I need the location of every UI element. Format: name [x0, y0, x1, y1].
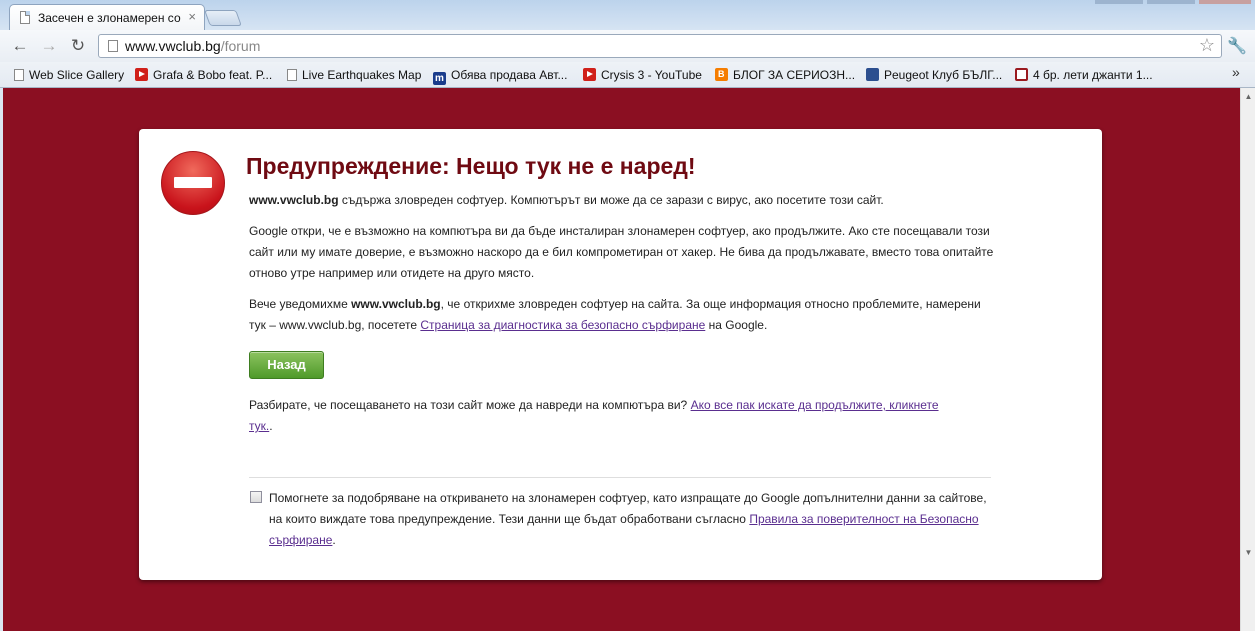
divider — [249, 477, 991, 478]
warning-paragraph-4: Разбирате, че посещаването на този сайт … — [249, 395, 949, 437]
malware-warning-page: Предупреждение: Нещо тук не е наред! www… — [3, 88, 1240, 631]
warning-card: Предупреждение: Нещо тук не е наред! www… — [139, 129, 1102, 580]
bookmark-label: Crysis 3 - YouTube — [601, 68, 702, 82]
warning-headline: Предупреждение: Нещо тук не е наред! — [246, 153, 696, 179]
bookmarks-bar: Web Slice Gallery Grafa & Bobo feat. P..… — [0, 62, 1255, 88]
url-text[interactable]: www.vwclub.bg/forum — [125, 38, 260, 54]
page-icon — [108, 40, 118, 52]
maximize-button[interactable] — [1147, 0, 1195, 4]
warning-paragraph-3: Вече уведомихме www.vwclub.bg, че открих… — [249, 294, 994, 336]
bookmark-star-icon[interactable]: ☆ — [1199, 35, 1215, 56]
bookmark-label: БЛОГ ЗА СЕРИОЗН... — [733, 68, 856, 82]
paragraph-text: . — [332, 533, 336, 547]
page-icon — [20, 11, 30, 24]
bookmark-item[interactable]: БЛОГ ЗА СЕРИОЗН... — [715, 66, 855, 84]
mobile-bg-icon: m — [433, 72, 446, 85]
diagnostic-page-link[interactable]: Страница за диагностика за безопасно сър… — [420, 318, 705, 332]
page-icon — [287, 69, 297, 81]
bookmark-item[interactable]: Crysis 3 - YouTube — [583, 66, 702, 84]
bookmark-label: 4 бр. лети джанти 1... — [1033, 68, 1153, 82]
bookmark-item[interactable]: 4 бр. лети джанти 1... — [1015, 66, 1153, 84]
back-arrow-icon[interactable]: ← — [9, 36, 31, 56]
paragraph-text: на Google. — [705, 318, 768, 332]
youtube-icon — [583, 68, 596, 81]
paragraph-text: Разбирате, че посещаването на този сайт … — [249, 398, 691, 412]
browser-tab[interactable]: Засечен е злонамерен со × — [9, 4, 205, 30]
toolbar: ← → ↻ www.vwclub.bg/forum ☆ 🔧 — [0, 30, 1255, 62]
page-icon — [14, 69, 24, 81]
bookmark-item[interactable]: m Обява продава Авт... — [433, 66, 568, 85]
bookmark-label: Обява продава Авт... — [451, 68, 568, 82]
bookmark-item[interactable]: Live Earthquakes Map — [287, 66, 421, 84]
wrench-icon[interactable]: 🔧 — [1227, 36, 1247, 56]
reload-icon[interactable]: ↻ — [67, 36, 89, 56]
url-domain: www.vwclub.bg — [125, 38, 221, 54]
bookmarks-overflow-icon[interactable]: » — [1232, 64, 1240, 80]
paragraph-text: . — [269, 419, 273, 433]
blogger-icon — [715, 68, 728, 81]
report-text: Помогнете за подобряване на откриването … — [269, 488, 994, 551]
youtube-icon — [135, 68, 148, 81]
report-checkbox[interactable] — [250, 491, 262, 503]
bookmark-item[interactable]: Grafa & Bobo feat. P... — [135, 66, 272, 84]
vertical-scrollbar[interactable]: ▲ ▼ — [1240, 88, 1255, 631]
warning-paragraph-2: Google откри, че е възможно на компютъра… — [249, 224, 994, 280]
title-bar: Засечен е злонамерен со × — [0, 0, 1255, 30]
url-path: /forum — [220, 38, 261, 54]
site-name: www.vwclub.bg — [249, 193, 339, 207]
bookmark-label: Peugeot Клуб БЪЛГ... — [884, 68, 1003, 82]
stop-sign-icon — [161, 151, 225, 215]
site-name: www.vwclub.bg — [351, 297, 441, 311]
back-button[interactable]: Назад — [249, 351, 324, 379]
tab-title: Засечен е злонамерен со — [38, 11, 181, 25]
scroll-up-icon[interactable]: ▲ — [1244, 92, 1253, 101]
address-bar[interactable]: www.vwclub.bg/forum ☆ — [98, 34, 1222, 58]
vw-logo-icon — [1015, 68, 1028, 81]
bookmark-item[interactable]: Web Slice Gallery — [14, 66, 124, 84]
close-icon[interactable]: × — [188, 9, 196, 24]
minimize-button[interactable] — [1095, 0, 1143, 4]
bookmark-label: Grafa & Bobo feat. P... — [153, 68, 273, 82]
bookmark-item[interactable]: Peugeot Клуб БЪЛГ... — [866, 66, 1002, 84]
peugeot-icon — [866, 68, 879, 81]
paragraph-text: съдържа зловреден софтуер. Компютърът ви… — [338, 193, 884, 207]
forward-arrow-icon[interactable]: → — [38, 36, 60, 56]
bookmark-label: Live Earthquakes Map — [302, 68, 422, 82]
paragraph-text: Вече уведомихме — [249, 297, 352, 311]
scroll-down-icon[interactable]: ▼ — [1244, 548, 1253, 557]
warning-paragraph-1: www.vwclub.bg съдържа зловреден софтуер.… — [249, 190, 994, 211]
bookmark-label: Web Slice Gallery — [29, 68, 125, 82]
new-tab-button[interactable] — [204, 10, 242, 26]
window-close-button[interactable] — [1199, 0, 1251, 4]
